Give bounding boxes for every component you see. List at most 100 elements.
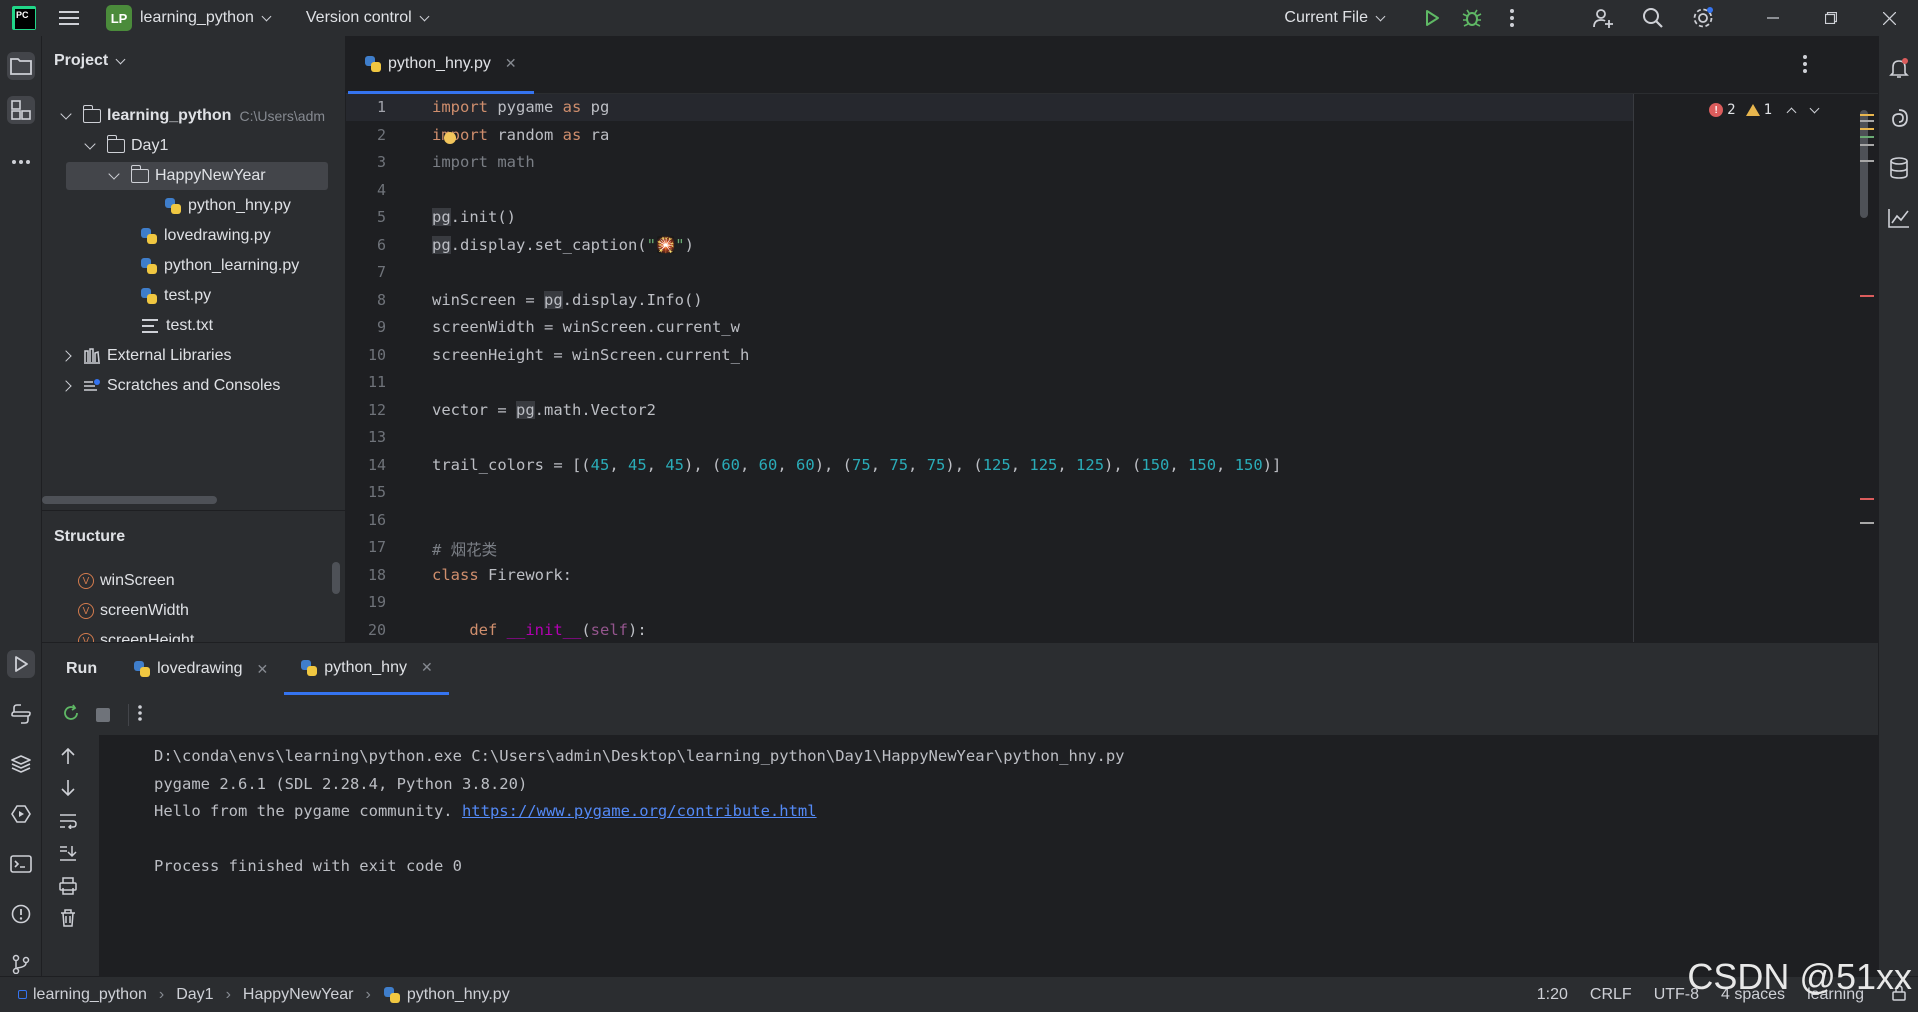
terminal-button[interactable] bbox=[7, 850, 35, 878]
line-number[interactable]: 6 bbox=[346, 236, 386, 254]
minimize-button[interactable] bbox=[1744, 0, 1802, 36]
project-panel-header[interactable]: Project bbox=[42, 36, 345, 86]
line-separator[interactable]: CRLF bbox=[1590, 986, 1632, 1004]
tree-item-scratches[interactable]: Scratches and Consoles bbox=[42, 372, 342, 400]
main-menu-button[interactable] bbox=[58, 0, 80, 36]
python-packages-button[interactable] bbox=[7, 750, 35, 778]
debug-button[interactable] bbox=[1452, 0, 1492, 36]
line-number[interactable]: 3 bbox=[346, 153, 386, 171]
chevron-down-icon[interactable] bbox=[1809, 103, 1820, 113]
line-number[interactable]: 11 bbox=[346, 373, 386, 391]
soft-wrap-button[interactable] bbox=[59, 813, 77, 834]
close-tab-icon[interactable]: ✕ bbox=[257, 661, 269, 678]
line-number[interactable]: 5 bbox=[346, 208, 386, 226]
line-number[interactable]: 4 bbox=[346, 181, 386, 199]
project-selector[interactable]: learning_python bbox=[132, 0, 272, 36]
run-console-output[interactable]: D:\conda\envs\learning\python.exe C:\Use… bbox=[100, 735, 1878, 977]
python-console-button[interactable] bbox=[7, 700, 35, 728]
scroll-up-button[interactable] bbox=[60, 747, 76, 770]
marker[interactable] bbox=[1860, 522, 1874, 524]
breadcrumb-item[interactable]: Day1 bbox=[176, 986, 213, 1004]
pygame-contribute-link[interactable]: https://www.pygame.org/contribute.html bbox=[462, 802, 817, 820]
tree-item-test-py[interactable]: test.py bbox=[42, 282, 342, 310]
scroll-down-button[interactable] bbox=[60, 779, 76, 802]
git-button[interactable] bbox=[7, 950, 35, 978]
structure-item-screenwidth[interactable]: V screenWidth bbox=[78, 598, 189, 624]
print-button[interactable] bbox=[59, 877, 77, 900]
inspection-widget[interactable]: ! 2 1 bbox=[1709, 102, 1820, 118]
notifications-button[interactable] bbox=[1885, 54, 1913, 82]
stop-button[interactable] bbox=[96, 708, 120, 722]
breadcrumb-item[interactable]: HappyNewYear bbox=[243, 986, 354, 1004]
run-tab-python-hny[interactable]: python_hny ✕ bbox=[284, 643, 449, 695]
line-number[interactable]: 9 bbox=[346, 318, 386, 336]
vcs-selector[interactable]: Version control bbox=[298, 0, 430, 36]
scroll-to-end-button[interactable] bbox=[59, 845, 77, 866]
project-badge[interactable]: LP bbox=[106, 5, 132, 31]
tree-item-happynewyear[interactable]: HappyNewYear bbox=[66, 162, 328, 190]
line-number[interactable]: 17 bbox=[346, 538, 386, 556]
run-tab-lovedrawing[interactable]: lovedrawing ✕ bbox=[117, 643, 284, 695]
project-horizontal-scrollbar[interactable] bbox=[42, 496, 217, 504]
line-number[interactable]: 15 bbox=[346, 483, 386, 501]
marker[interactable] bbox=[1860, 120, 1874, 122]
services-button[interactable] bbox=[7, 800, 35, 828]
editor-vertical-scrollbar[interactable] bbox=[1860, 110, 1868, 218]
close-button[interactable] bbox=[1860, 0, 1918, 36]
chevron-up-icon[interactable] bbox=[1786, 107, 1797, 117]
line-number[interactable]: 20 bbox=[346, 621, 386, 639]
settings-button[interactable] bbox=[1678, 0, 1728, 36]
line-number[interactable]: 7 bbox=[346, 263, 386, 281]
marker[interactable] bbox=[1860, 160, 1874, 162]
tree-item-test-txt[interactable]: test.txt bbox=[42, 312, 342, 340]
editor-tabs-menu-button[interactable] bbox=[1802, 54, 1808, 79]
line-number[interactable]: 16 bbox=[346, 511, 386, 529]
caret-position[interactable]: 1:20 bbox=[1537, 986, 1568, 1004]
rerun-button[interactable] bbox=[62, 704, 96, 727]
marker[interactable] bbox=[1860, 136, 1874, 138]
marker[interactable] bbox=[1860, 144, 1874, 146]
tree-item-learning-python[interactable]: learning_python C:\Users\adm bbox=[42, 102, 342, 130]
run-config-selector[interactable]: Current File bbox=[1276, 0, 1386, 36]
database-button[interactable] bbox=[1885, 154, 1913, 182]
tree-item-python-hny[interactable]: python_hny.py bbox=[42, 192, 342, 220]
close-tab-icon[interactable]: ✕ bbox=[421, 659, 433, 676]
line-number[interactable]: 14 bbox=[346, 456, 386, 474]
tree-item-day1[interactable]: Day1 bbox=[42, 132, 342, 160]
ai-assistant-button[interactable] bbox=[1885, 104, 1913, 132]
line-number[interactable]: 2 bbox=[346, 126, 386, 144]
structure-item-winscreen[interactable]: V winScreen bbox=[78, 568, 175, 594]
line-number[interactable]: 1 bbox=[346, 98, 386, 116]
tab-python-hny[interactable]: python_hny.py ✕ bbox=[348, 36, 534, 94]
breadcrumb-item[interactable]: python_hny.py bbox=[407, 986, 510, 1004]
run-more-button[interactable] bbox=[137, 704, 157, 727]
tree-item-lovedrawing[interactable]: lovedrawing.py bbox=[42, 222, 342, 250]
code-with-me-button[interactable] bbox=[1578, 0, 1628, 36]
run-tool-button[interactable] bbox=[7, 650, 35, 678]
line-number[interactable]: 10 bbox=[346, 346, 386, 364]
project-tool-button[interactable] bbox=[7, 52, 35, 80]
problems-button[interactable] bbox=[7, 900, 35, 928]
line-number[interactable]: 8 bbox=[346, 291, 386, 309]
line-number[interactable]: 12 bbox=[346, 401, 386, 419]
lightbulb-icon[interactable] bbox=[444, 132, 456, 144]
search-button[interactable] bbox=[1628, 0, 1678, 36]
line-number[interactable]: 13 bbox=[346, 428, 386, 446]
line-number[interactable]: 18 bbox=[346, 566, 386, 584]
more-actions-button[interactable] bbox=[1492, 0, 1532, 36]
run-button[interactable] bbox=[1412, 0, 1452, 36]
structure-item-screenheight[interactable]: V screenHeight bbox=[78, 628, 194, 642]
breadcrumb-item[interactable]: learning_python bbox=[33, 986, 147, 1004]
warning-marker[interactable] bbox=[1860, 114, 1874, 116]
structure-tool-button[interactable] bbox=[7, 96, 35, 124]
line-number[interactable]: 19 bbox=[346, 593, 386, 611]
more-tools-button[interactable] bbox=[7, 148, 35, 176]
tree-item-python-learning[interactable]: python_learning.py bbox=[42, 252, 342, 280]
structure-scrollbar[interactable] bbox=[332, 562, 340, 594]
warning-marker[interactable] bbox=[1860, 128, 1874, 130]
code-editor[interactable]: 1 2 3 4 5 6 7 8 9 10 11 12 13 14 15 16 17 18 19 20 import p… bbox=[346, 94, 1878, 642]
error-marker[interactable] bbox=[1860, 498, 1874, 500]
sciview-button[interactable] bbox=[1885, 204, 1913, 232]
error-marker[interactable] bbox=[1860, 295, 1874, 297]
clear-all-button[interactable] bbox=[60, 909, 76, 932]
